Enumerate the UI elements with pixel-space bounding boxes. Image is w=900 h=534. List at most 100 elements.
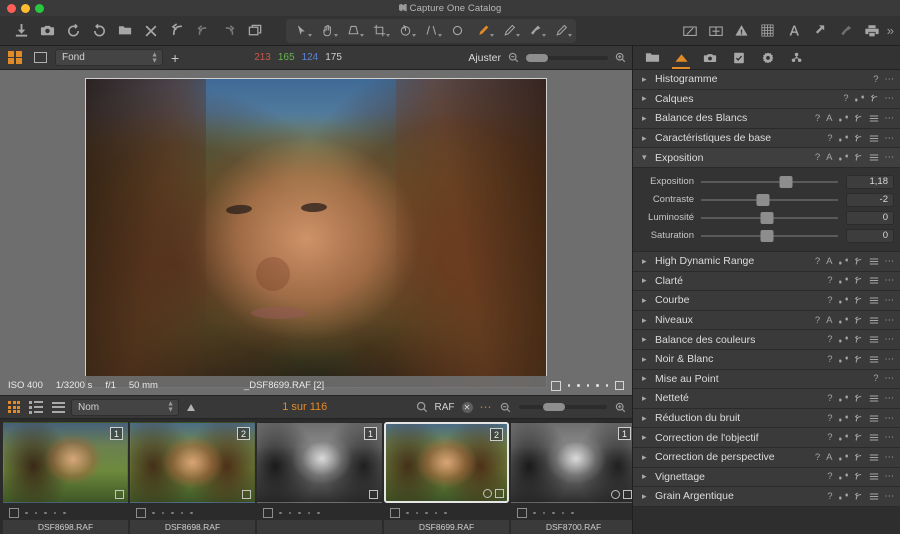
tab-library[interactable] (639, 47, 665, 69)
help-icon[interactable]: ? (815, 451, 820, 463)
rotate-tool-button[interactable] (392, 20, 418, 42)
tool-row-noir-et-blanc[interactable]: ▸ Noir & Blanc ? ⋯ (633, 349, 900, 370)
tab-color[interactable] (668, 47, 694, 69)
copy-adjustments-button[interactable] (242, 20, 268, 42)
copy-adjustments-icon[interactable] (838, 132, 848, 144)
chevron-down-icon[interactable] (516, 33, 520, 37)
tab-exports[interactable] (784, 47, 810, 69)
pan-tool-button[interactable] (314, 20, 340, 42)
list-item[interactable]: 1 (257, 422, 382, 534)
help-icon[interactable]: ? (827, 412, 832, 424)
image-viewer[interactable]: ISO 400 1/3200 s f/1 50 mm _DSF8699.RAF … (0, 70, 632, 395)
chevron-right-icon[interactable]: ▸ (642, 373, 651, 384)
copy-adjustments-icon[interactable] (838, 255, 848, 267)
slider-luminosite[interactable]: Luminosité 0 (639, 209, 894, 227)
thumbnail-size-slider[interactable] (519, 403, 607, 411)
more-icon[interactable]: ⋯ (885, 353, 895, 365)
zoom-out-icon[interactable] (499, 399, 512, 415)
chevron-right-icon[interactable]: ▸ (642, 471, 651, 482)
add-plus-icon[interactable]: + (168, 51, 179, 65)
help-icon[interactable]: ? (873, 373, 878, 385)
presets-menu-icon[interactable] (869, 412, 879, 424)
reset-icon[interactable] (854, 294, 863, 306)
chevron-down-icon[interactable] (568, 33, 572, 37)
chevron-right-icon[interactable]: ▸ (642, 432, 651, 443)
reset-icon[interactable] (854, 334, 863, 346)
browser-list-icon[interactable] (27, 399, 45, 415)
presets-menu-icon[interactable] (869, 255, 879, 267)
spot-removal-tool-button[interactable] (444, 20, 470, 42)
single-view-icon[interactable] (30, 50, 50, 66)
auto-icon[interactable]: A (826, 314, 832, 326)
selection-checkbox-icon[interactable] (263, 508, 273, 518)
delete-button[interactable] (138, 20, 164, 42)
chevron-right-icon[interactable]: ▸ (642, 491, 651, 502)
presets-menu-icon[interactable] (869, 314, 879, 326)
grid-view-icon[interactable] (5, 50, 25, 66)
presets-menu-icon[interactable] (869, 334, 879, 346)
copy-adjustments-icon[interactable] (838, 294, 848, 306)
reset-icon[interactable] (854, 353, 863, 365)
reset-icon[interactable] (854, 314, 863, 326)
filmstrip-browser[interactable]: 1 DSF8698.RAF 2 DSF8698.RAF 1 2 DSF8699.… (0, 419, 632, 534)
more-icon[interactable]: ⋯ (885, 294, 895, 306)
auto-icon[interactable]: A (826, 112, 832, 124)
help-icon[interactable]: ? (827, 432, 832, 444)
straighten-tool-button[interactable] (418, 20, 444, 42)
reset-icon[interactable] (854, 451, 863, 463)
presets-menu-icon[interactable] (869, 152, 879, 164)
erase-mask-tool-button[interactable] (496, 20, 522, 42)
slider-track[interactable] (701, 211, 838, 224)
chevron-down-icon[interactable] (438, 33, 442, 37)
tool-row-histogramme[interactable]: ▸ Histogramme ? ⋯ (633, 70, 900, 90)
slider-saturation[interactable]: Saturation 0 (639, 227, 894, 245)
move-to-folder-button[interactable] (112, 20, 138, 42)
help-icon[interactable]: ? (827, 275, 832, 287)
tab-adjustments[interactable] (755, 47, 781, 69)
slider-thumb[interactable] (760, 229, 774, 242)
slider-thumb[interactable] (760, 211, 774, 224)
help-icon[interactable]: ? (815, 314, 820, 326)
metadata-icon[interactable] (623, 490, 632, 499)
chevron-down-icon[interactable] (360, 33, 364, 37)
star-rating-dots[interactable] (25, 511, 66, 515)
copy-adjustments-icon[interactable] (854, 93, 864, 105)
selection-checkbox-icon[interactable] (136, 508, 146, 518)
chevron-right-icon[interactable]: ▸ (642, 315, 651, 326)
reset-icon[interactable] (854, 152, 863, 164)
selection-checkbox-icon[interactable] (550, 380, 561, 391)
rotate-left-button[interactable] (60, 20, 86, 42)
grid-overlay-button[interactable] (755, 20, 781, 42)
import-images-button[interactable] (8, 20, 34, 42)
chevron-down-icon[interactable] (412, 33, 416, 37)
chevron-right-icon[interactable]: ▸ (642, 133, 651, 144)
exposure-warning-button[interactable] (729, 20, 755, 42)
redo-button[interactable] (216, 20, 242, 42)
presets-menu-icon[interactable] (869, 471, 879, 483)
rotate-right-button[interactable] (86, 20, 112, 42)
chevron-right-icon[interactable]: ▸ (642, 74, 651, 85)
zoom-in-icon[interactable] (614, 50, 627, 66)
more-icon[interactable]: ⋯ (885, 334, 895, 346)
select-tool-button[interactable] (288, 20, 314, 42)
proof-view-button[interactable] (677, 20, 703, 42)
more-icon[interactable]: ⋯ (885, 275, 895, 287)
reset-icon[interactable] (870, 93, 879, 105)
auto-icon[interactable]: A (826, 255, 832, 267)
slider-value[interactable]: 1,18 (846, 174, 894, 189)
draw-mask-tool-button[interactable] (470, 20, 496, 42)
tool-row-niveaux[interactable]: ▸ Niveaux ? A ⋯ (633, 310, 900, 331)
presets-menu-icon[interactable] (869, 294, 879, 306)
more-icon[interactable]: ⋯ (885, 432, 895, 444)
list-item[interactable]: 2 DSF8699.RAF (384, 422, 509, 534)
tool-row-grain-argentique[interactable]: ▸ Grain Argentique ? ⋯ (633, 487, 900, 507)
metadata-icon[interactable] (242, 490, 251, 499)
gradient-mask-tool-button[interactable] (522, 20, 548, 42)
tool-row-calques[interactable]: ▸ Calques ? ⋯ (633, 89, 900, 110)
chevron-right-icon[interactable]: ▸ (642, 275, 651, 286)
copy-adjustments-icon[interactable] (838, 112, 848, 124)
chevron-down-icon[interactable]: ▾ (642, 152, 651, 163)
browser-grid-icon[interactable] (5, 399, 23, 415)
copy-adjustments-icon[interactable] (838, 334, 848, 346)
slider-thumb[interactable] (756, 193, 770, 206)
